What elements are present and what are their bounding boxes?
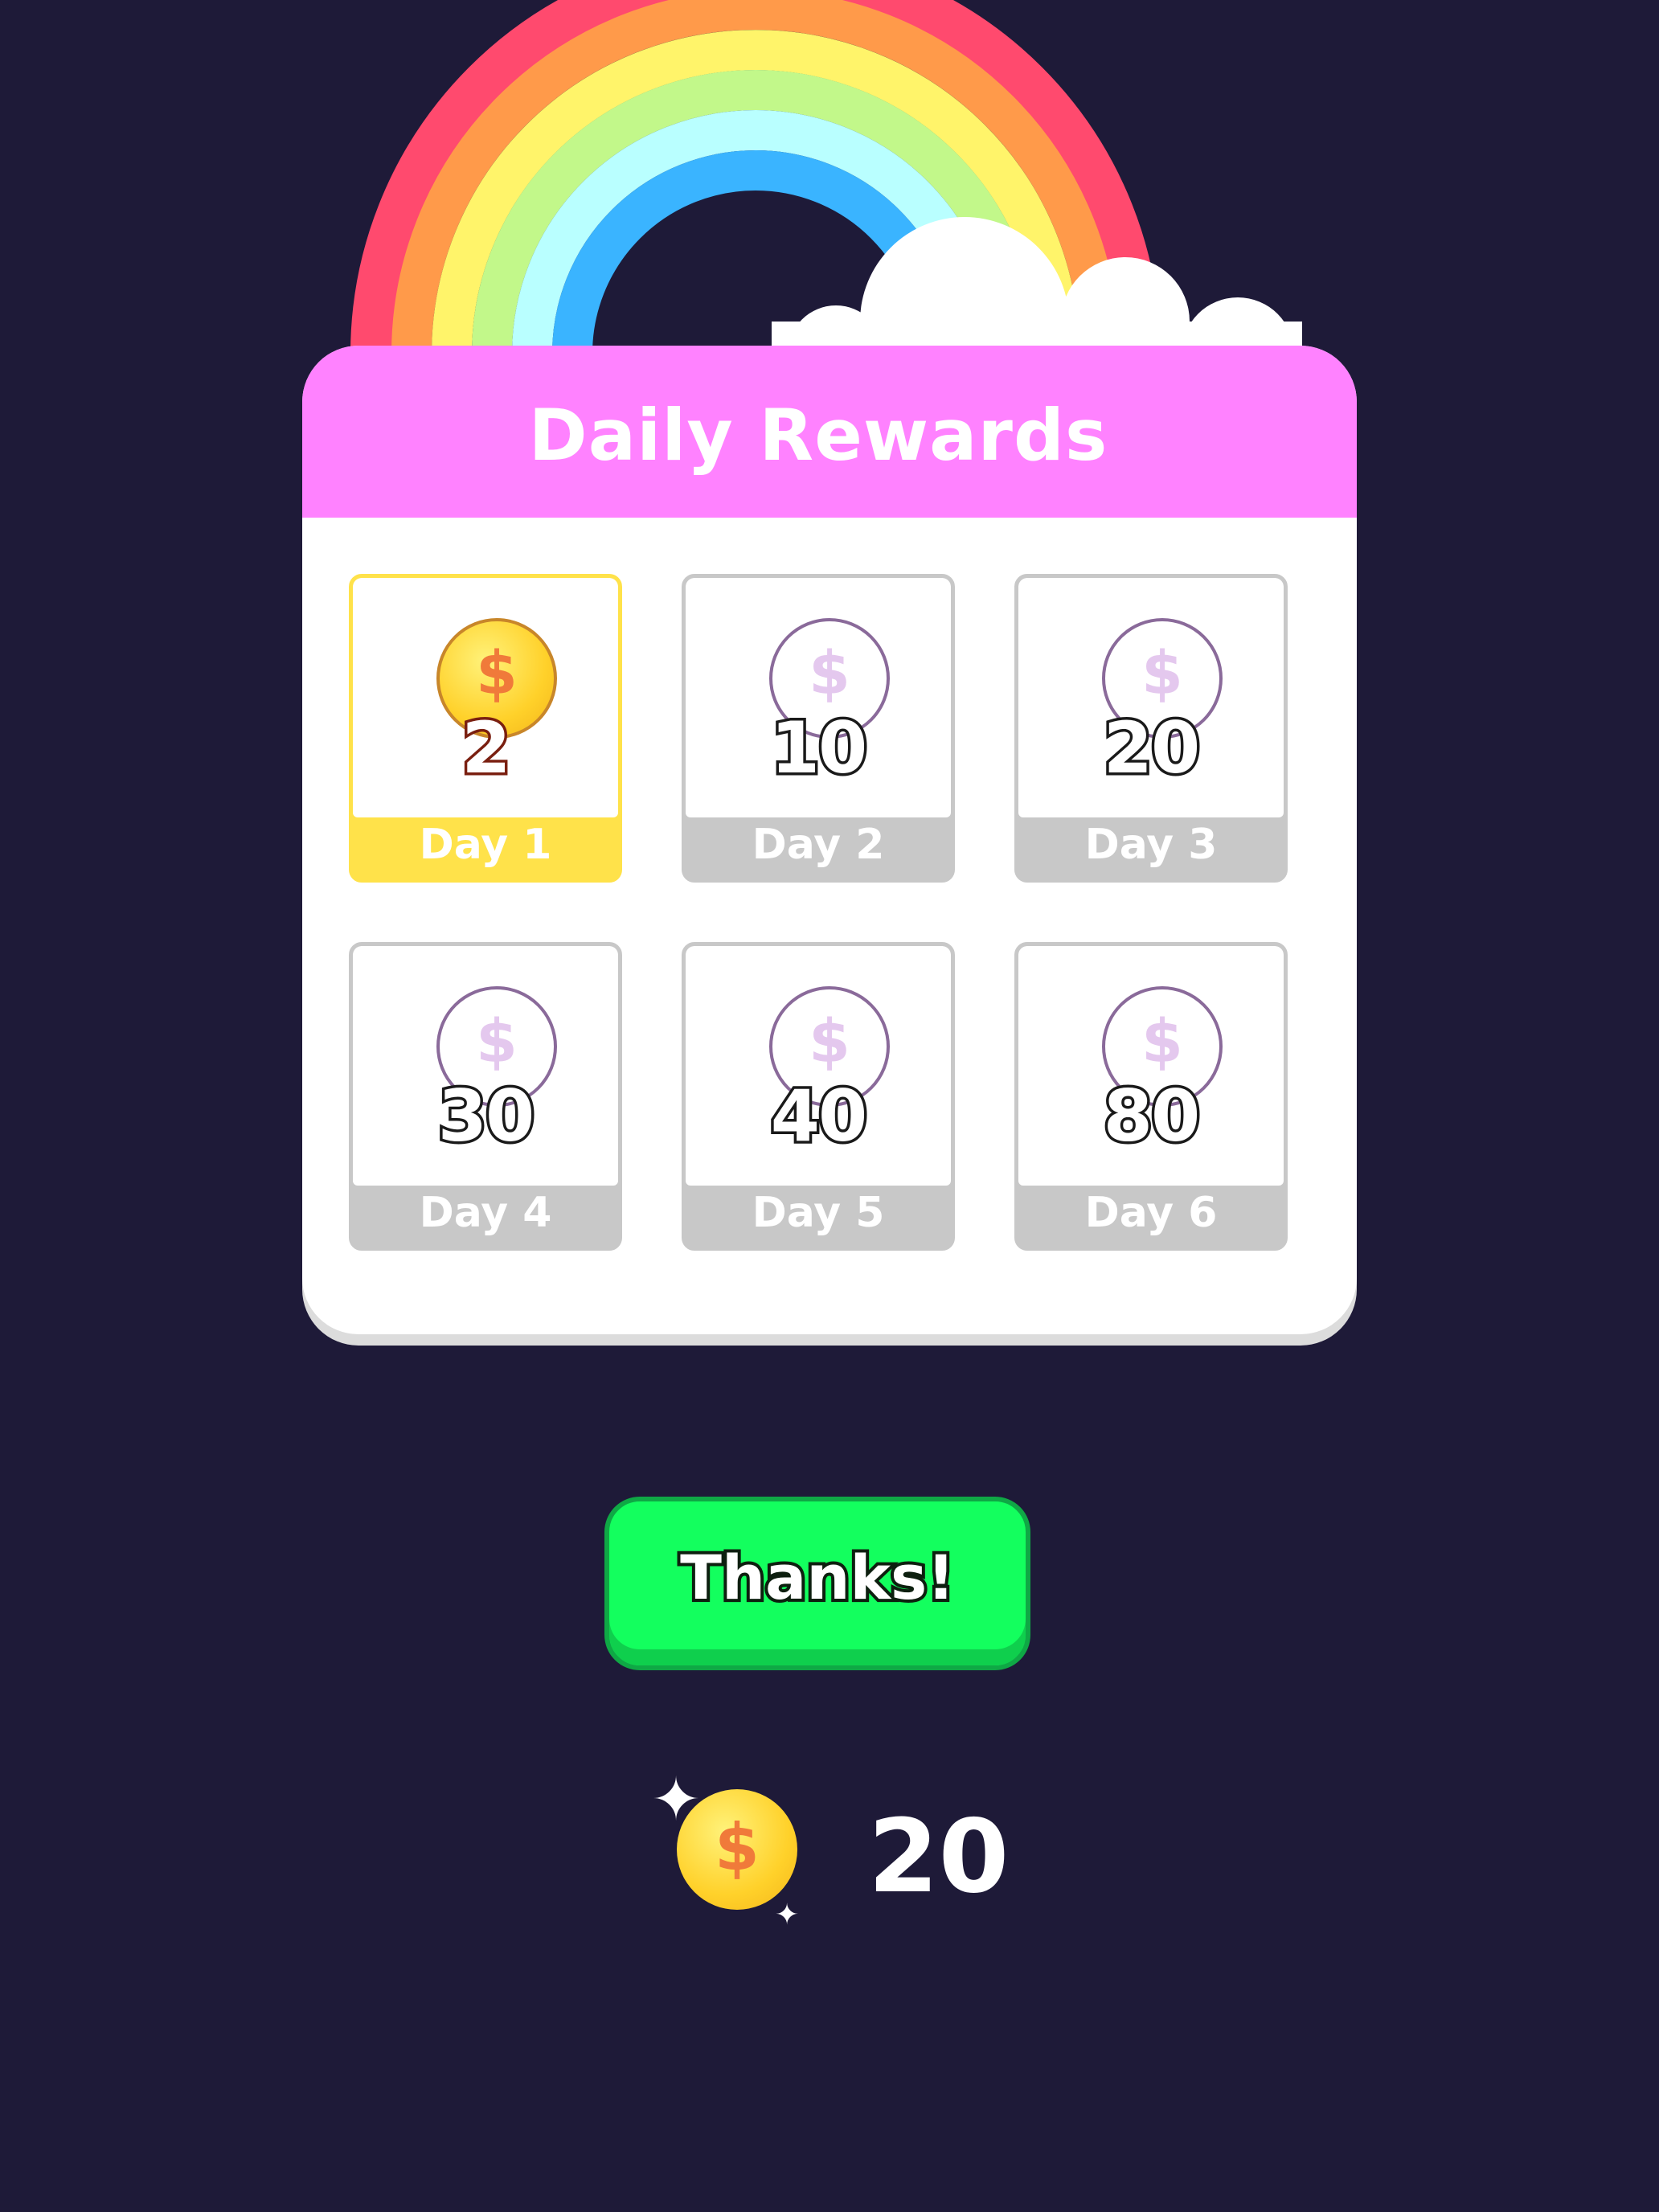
reward-amount: 10 [768,704,870,793]
panel-header: Daily Rewards [302,346,1357,518]
reward-amount: 80 [1100,1072,1202,1161]
reward-amount: 20 [1100,704,1202,793]
reward-card-day-3[interactable]: $ 20 Day 3 [1014,574,1288,883]
reward-amount: 30 [435,1072,537,1161]
reward-card-day-5[interactable]: $ 40 Day 5 [682,942,955,1251]
sparkle-icon: ✦ [775,1899,800,1931]
day-label: Day 4 [419,1189,552,1237]
day-label: Day 2 [752,821,885,869]
daily-rewards-panel: Daily Rewards $ 2 Day 1 $ 10 Day 2 $ 20 … [302,346,1357,1334]
panel-title: Daily Rewards [528,393,1108,477]
reward-amount: 40 [768,1072,870,1161]
day-label: Day 5 [752,1189,885,1237]
coin-balance: 20 [868,1797,1010,1915]
reward-card-day-1[interactable]: $ 2 Day 1 [349,574,622,883]
reward-card-day-2[interactable]: $ 10 Day 2 [682,574,955,883]
day-label: Day 1 [419,821,552,869]
thanks-button-label: Thanks! [677,1538,958,1616]
day-label: Day 6 [1084,1189,1218,1237]
reward-card-day-6[interactable]: $ 80 Day 6 [1014,942,1288,1251]
day-label: Day 3 [1084,821,1218,869]
thanks-button[interactable]: Thanks! [604,1497,1030,1670]
reward-card-day-4[interactable]: $ 30 Day 4 [349,942,622,1251]
coin-icon: $ [677,1789,797,1910]
rainbow-decoration [350,0,1302,370]
reward-amount: 2 [459,704,514,793]
